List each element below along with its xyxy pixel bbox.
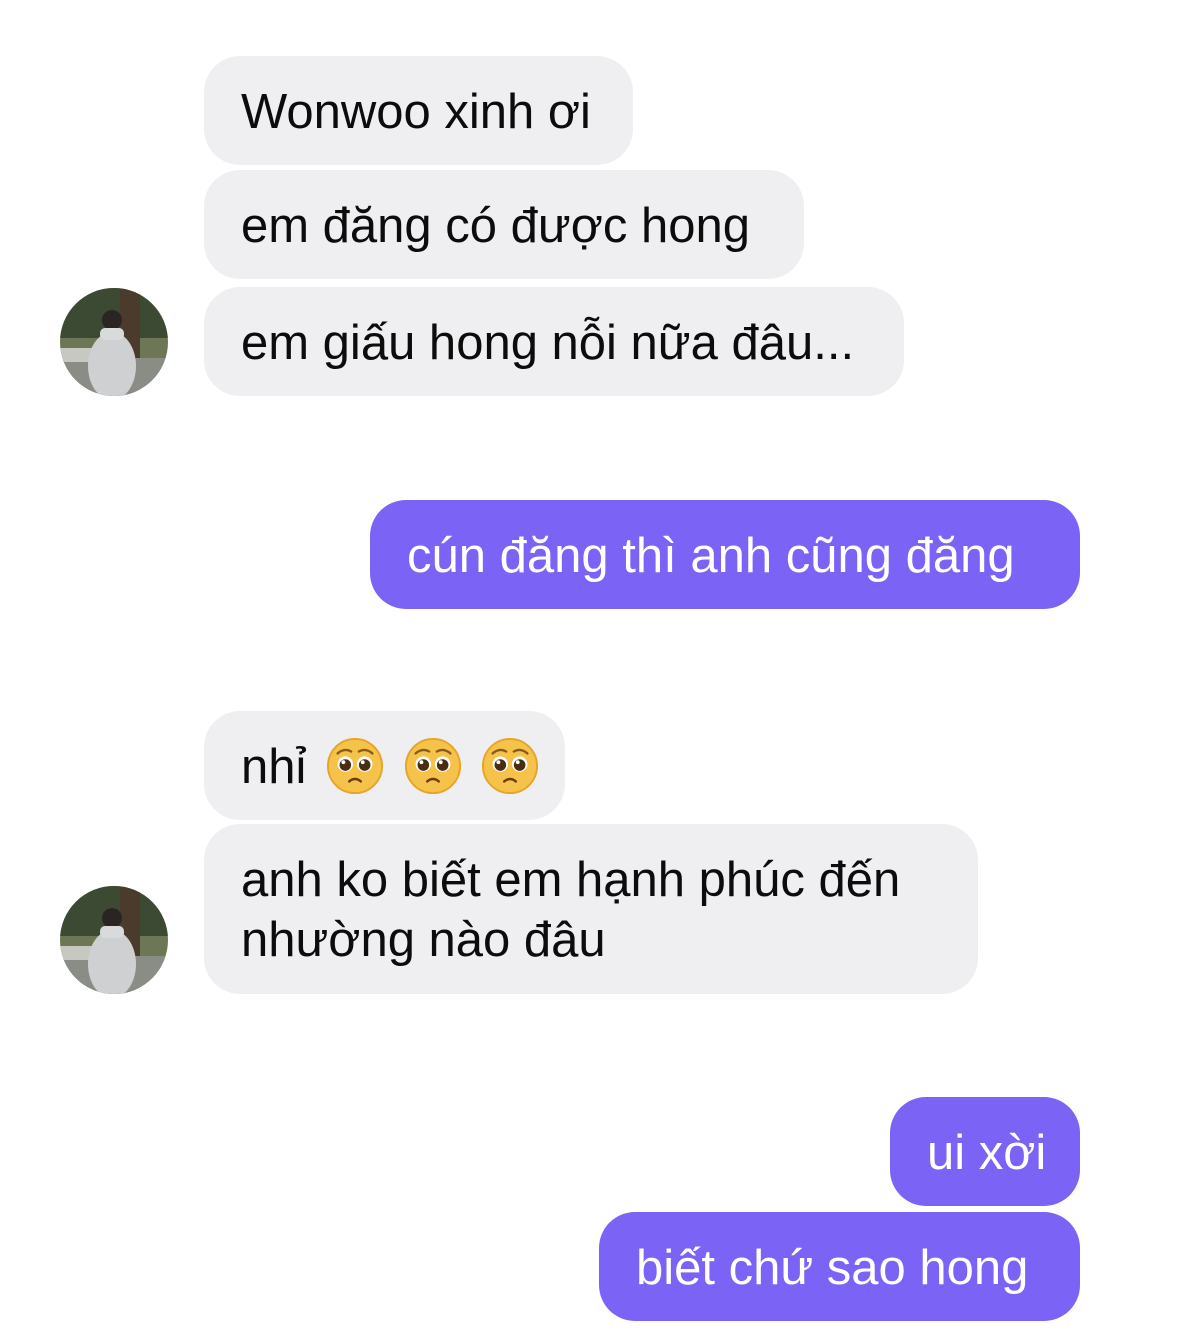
avatar-photo-icon	[60, 886, 168, 994]
message-bubble-received[interactable]: nhỉ	[204, 711, 565, 820]
message-bubble-sent[interactable]: biết chứ sao hong	[599, 1212, 1080, 1321]
pleading-face-emoji-icon	[481, 737, 539, 795]
contact-avatar[interactable]	[60, 288, 168, 396]
pleading-face-emoji-icon	[404, 737, 462, 795]
message-text: Wonwoo xinh ơi	[241, 85, 591, 139]
message-text: biết chứ sao hong	[636, 1241, 1029, 1295]
chat-screen: { "messages": [ {"sender": "other", "tex…	[0, 0, 1188, 1337]
message-text: em giấu hong nỗi nữa đâu...	[241, 316, 855, 370]
contact-avatar[interactable]	[60, 886, 168, 994]
message-text: em đăng có được hong	[241, 199, 750, 253]
message-bubble-received[interactable]: Wonwoo xinh ơi	[204, 56, 633, 165]
message-bubble-sent[interactable]: cún đăng thì anh cũng đăng	[370, 500, 1080, 609]
message-text-line: nhường nào đâu	[241, 913, 606, 967]
message-bubble-received[interactable]: em giấu hong nỗi nữa đâu...	[204, 287, 904, 396]
message-text: cún đăng thì anh cũng đăng	[407, 529, 1015, 583]
message-bubble-received[interactable]: anh ko biết em hạnh phúc đến nhường nào …	[204, 824, 978, 994]
pleading-face-emoji-icon	[326, 737, 384, 795]
message-text: nhỉ	[241, 740, 307, 794]
message-bubble-sent[interactable]: ui xời	[890, 1097, 1080, 1206]
avatar-photo-icon	[60, 288, 168, 396]
message-bubble-received[interactable]: em đăng có được hong	[204, 170, 804, 279]
message-text: ui xời	[927, 1126, 1047, 1180]
message-text-line: anh ko biết em hạnh phúc đến	[241, 853, 901, 907]
